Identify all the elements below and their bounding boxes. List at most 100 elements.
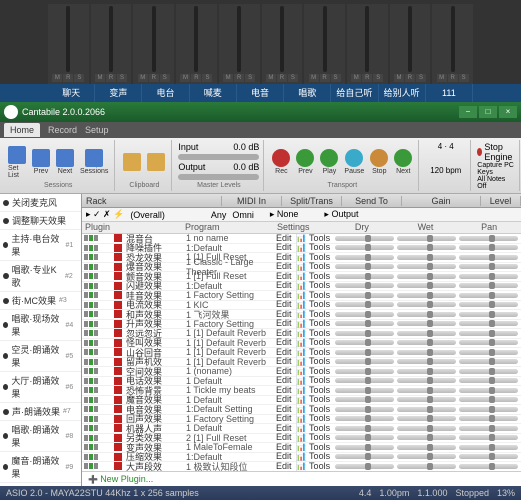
- none-label[interactable]: ▸ None: [270, 209, 299, 220]
- r-button[interactable]: R: [106, 74, 116, 82]
- plugin-program[interactable]: 2 [1] Full Reset: [186, 433, 276, 443]
- sidebar-item[interactable]: 大厅·朗诵效果#6: [0, 372, 81, 403]
- s-button[interactable]: S: [245, 74, 255, 82]
- row-handle[interactable]: [82, 264, 112, 270]
- wet-slider[interactable]: [397, 388, 456, 393]
- play-button[interactable]: Play: [318, 147, 340, 177]
- pan-slider[interactable]: [459, 397, 518, 402]
- mixer-tab[interactable]: 给别人听: [379, 84, 426, 102]
- dry-slider[interactable]: [335, 397, 394, 402]
- r-button[interactable]: R: [191, 74, 201, 82]
- m-button[interactable]: M: [180, 74, 190, 82]
- tab-setup[interactable]: Setup: [85, 125, 109, 135]
- wet-slider[interactable]: [397, 312, 456, 317]
- close-button[interactable]: ×: [499, 106, 517, 118]
- sidebar-item[interactable]: 调整聊天效果: [0, 212, 81, 230]
- row-handle[interactable]: [82, 273, 112, 279]
- s-button[interactable]: S: [74, 74, 84, 82]
- dry-slider[interactable]: [335, 388, 394, 393]
- tempo-bpm[interactable]: 120 bpm: [425, 166, 466, 175]
- plugin-program[interactable]: 1 极致认知段位: [186, 460, 276, 471]
- dry-slider[interactable]: [335, 378, 394, 383]
- row-handle[interactable]: [82, 245, 112, 251]
- plugin-program[interactable]: 1 [1] Full Reset: [186, 271, 276, 281]
- mixer-tab[interactable]: 唱歌: [284, 84, 331, 102]
- prev-button[interactable]: Prev: [294, 147, 316, 177]
- dry-slider[interactable]: [335, 454, 394, 459]
- sidebar-item[interactable]: 主持·电台效果#1: [0, 230, 81, 261]
- pan-slider[interactable]: [459, 264, 518, 269]
- setlist-button[interactable]: Set List: [6, 144, 28, 181]
- pan-slider[interactable]: [459, 369, 518, 374]
- m-button[interactable]: M: [95, 74, 105, 82]
- sidebar-item[interactable]: 关闭麦克风: [0, 194, 81, 212]
- mixer-track[interactable]: MRS: [390, 4, 431, 84]
- dry-slider[interactable]: [335, 340, 394, 345]
- wet-slider[interactable]: [397, 426, 456, 431]
- row-handle[interactable]: [82, 416, 112, 422]
- row-handle[interactable]: [82, 311, 112, 317]
- mixer-track[interactable]: MRS: [262, 4, 303, 84]
- fader[interactable]: [408, 6, 412, 72]
- pan-slider[interactable]: [459, 236, 518, 241]
- next-button[interactable]: Next: [392, 147, 414, 177]
- row-handle[interactable]: [82, 321, 112, 327]
- s-button[interactable]: S: [202, 74, 212, 82]
- mixer-track[interactable]: MRS: [347, 4, 388, 84]
- row-handle[interactable]: [82, 283, 112, 289]
- mixer-track[interactable]: MRS: [133, 4, 174, 84]
- s-button[interactable]: S: [373, 74, 383, 82]
- wet-slider[interactable]: [397, 416, 456, 421]
- plugin-program[interactable]: 1:Default Setting: [186, 404, 276, 414]
- pan-slider[interactable]: [459, 255, 518, 260]
- plugin-program[interactable]: 1 (noname): [186, 366, 276, 376]
- row-handle[interactable]: [82, 435, 112, 441]
- dry-slider[interactable]: [335, 350, 394, 355]
- wet-slider[interactable]: [397, 245, 456, 250]
- sidebar-item[interactable]: 唱歌·现场效果#4: [0, 310, 81, 341]
- overall-dropdown[interactable]: (Overall): [130, 210, 165, 220]
- copy-button[interactable]: [121, 151, 143, 173]
- wet-slider[interactable]: [397, 397, 456, 402]
- dry-slider[interactable]: [335, 464, 394, 469]
- maximize-button[interactable]: □: [479, 106, 497, 118]
- dry-slider[interactable]: [335, 236, 394, 241]
- new-plugin-button[interactable]: ➕ New Plugin...: [82, 471, 521, 486]
- wet-slider[interactable]: [397, 321, 456, 326]
- wet-slider[interactable]: [397, 464, 456, 469]
- fader[interactable]: [365, 6, 369, 72]
- plugin-list[interactable]: 混音台1 no nameEdit📊 Tools降噪插件1:DefaultEdit…: [82, 234, 521, 471]
- tab-home[interactable]: Home: [4, 123, 40, 137]
- plugin-program[interactable]: 1 [1] Default Reverb: [186, 347, 276, 357]
- row-handle[interactable]: [82, 425, 112, 431]
- fader[interactable]: [109, 6, 113, 72]
- row-handle[interactable]: [82, 368, 112, 374]
- wet-slider[interactable]: [397, 454, 456, 459]
- m-button[interactable]: M: [351, 74, 361, 82]
- r-button[interactable]: R: [320, 74, 330, 82]
- plugin-program[interactable]: 1 [1] Default Reverb: [186, 328, 276, 338]
- dry-slider[interactable]: [335, 435, 394, 440]
- row-handle[interactable]: [82, 302, 112, 308]
- s-button[interactable]: S: [160, 74, 170, 82]
- pan-slider[interactable]: [459, 407, 518, 412]
- pan-slider[interactable]: [459, 283, 518, 288]
- r-button[interactable]: R: [234, 74, 244, 82]
- fader[interactable]: [451, 6, 455, 72]
- wet-slider[interactable]: [397, 283, 456, 288]
- sidebar-item[interactable]: 魔音·朗诵效果#9: [0, 452, 81, 483]
- minimize-button[interactable]: −: [459, 106, 477, 118]
- m-button[interactable]: M: [266, 74, 276, 82]
- sidebar-item[interactable]: 唱歌·朗诵效果#8: [0, 421, 81, 452]
- plugin-program[interactable]: 1 Default: [186, 423, 276, 433]
- m-button[interactable]: M: [223, 74, 233, 82]
- row-handle[interactable]: [82, 387, 112, 393]
- wet-slider[interactable]: [397, 331, 456, 336]
- pan-slider[interactable]: [459, 454, 518, 459]
- row-handle[interactable]: [82, 378, 112, 384]
- plugin-program[interactable]: 1 Tickle my beats: [186, 385, 276, 395]
- wet-slider[interactable]: [397, 407, 456, 412]
- pan-slider[interactable]: [459, 274, 518, 279]
- fader[interactable]: [152, 6, 156, 72]
- mixer-track[interactable]: MRS: [304, 4, 345, 84]
